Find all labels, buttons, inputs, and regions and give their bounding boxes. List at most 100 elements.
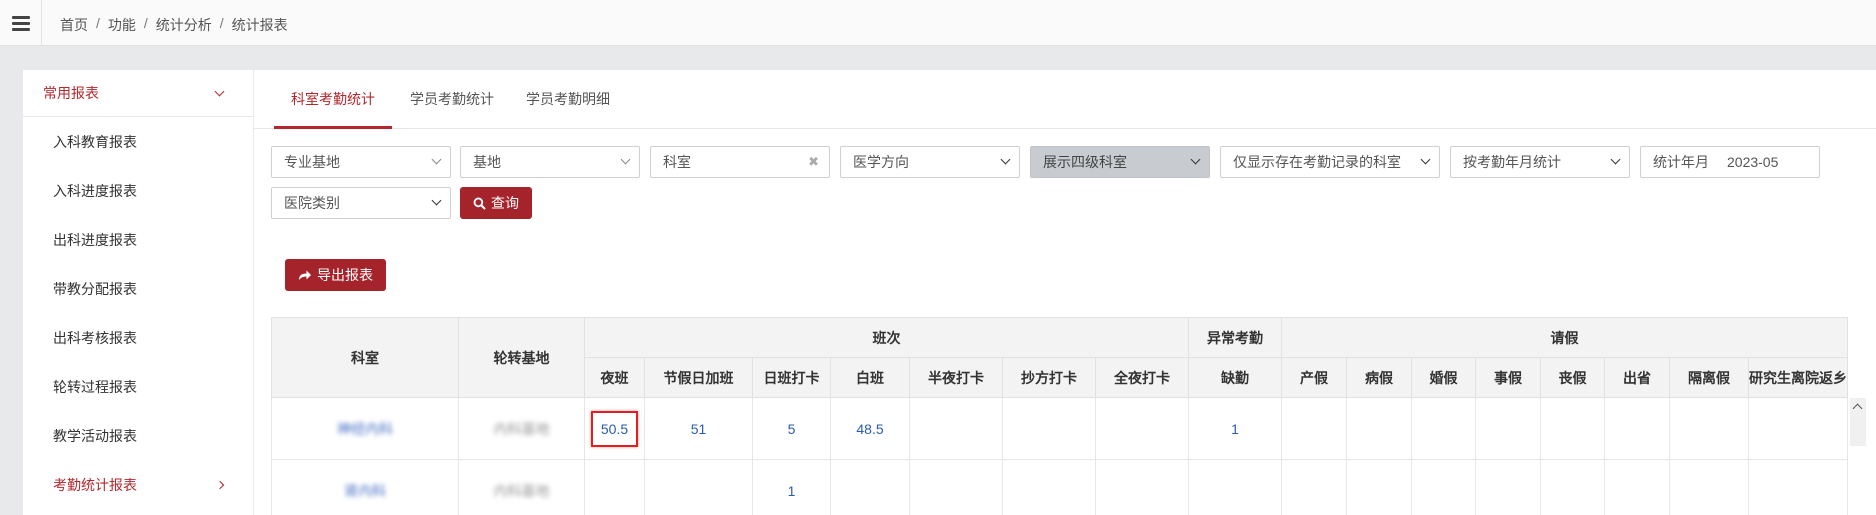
base-cell: 内科基地 bbox=[458, 459, 585, 515]
group-header-shift: 班次 bbox=[584, 317, 1189, 358]
stat-month-value: 2023-05 bbox=[1727, 154, 1779, 170]
data-cell[interactable] bbox=[909, 459, 1003, 515]
data-cell[interactable] bbox=[1411, 459, 1476, 515]
data-cell[interactable] bbox=[1669, 459, 1749, 515]
col-header-holiday-ot: 节假日加班 bbox=[644, 357, 753, 398]
night-cell[interactable]: 50.5 bbox=[584, 397, 645, 460]
sidebar-item-label: 出科进度报表 bbox=[53, 231, 137, 248]
data-cell[interactable]: 1 bbox=[1188, 397, 1282, 460]
col-header-half-night: 半夜打卡 bbox=[909, 357, 1003, 398]
data-cell[interactable] bbox=[909, 397, 1003, 460]
data-cell[interactable] bbox=[1095, 459, 1189, 515]
sidebar-item-exit-assessment[interactable]: 出科考核报表 bbox=[23, 313, 253, 362]
query-button[interactable]: 查询 bbox=[460, 187, 532, 219]
share-icon bbox=[299, 270, 311, 280]
base-text: 基地 bbox=[473, 154, 501, 170]
table-scrollbar[interactable] bbox=[1850, 398, 1866, 446]
attendance-table: 科室 轮转基地 班次 异常考勤 请假 夜班 节假日加班 日班打卡 白班 半夜打卡… bbox=[271, 317, 1848, 515]
only-records-select[interactable]: 仅显示存在考勤记录的科室 bbox=[1220, 146, 1440, 178]
data-cell[interactable] bbox=[1002, 397, 1096, 460]
menu-toggle-button[interactable] bbox=[0, 0, 42, 46]
col-header-full-night: 全夜打卡 bbox=[1095, 357, 1189, 398]
data-cell[interactable]: 5 bbox=[752, 397, 831, 460]
chevron-up-icon[interactable] bbox=[1852, 403, 1863, 414]
export-report-button[interactable]: 导出报表 bbox=[285, 259, 386, 291]
hospital-type-select[interactable]: 医院类别 bbox=[271, 187, 451, 219]
sidebar-group-common-reports[interactable]: 常用报表 bbox=[23, 70, 253, 117]
sidebar-item-attendance[interactable]: 考勤统计报表 bbox=[23, 460, 253, 509]
dept-link[interactable]: 肾内科 bbox=[344, 483, 386, 499]
dept-cell[interactable]: 神经内科 bbox=[271, 397, 459, 460]
tab-student-attendance[interactable]: 学员考勤统计 bbox=[402, 70, 502, 129]
data-cell[interactable] bbox=[1281, 397, 1347, 460]
medical-direction-text: 医学方向 bbox=[853, 154, 909, 170]
sidebar-item-rotation-process[interactable]: 轮转过程报表 bbox=[23, 362, 253, 411]
stat-month-field[interactable]: 统计年月 2023-05 bbox=[1640, 146, 1820, 178]
clear-icon[interactable]: ✖ bbox=[808, 147, 819, 177]
data-cell[interactable] bbox=[1540, 397, 1605, 460]
data-cell[interactable] bbox=[1002, 459, 1096, 515]
hospital-type-text: 医院类别 bbox=[284, 195, 340, 211]
sidebar-item-exit-progress[interactable]: 出科进度报表 bbox=[23, 215, 253, 264]
data-cell[interactable] bbox=[1475, 459, 1541, 515]
data-cell[interactable] bbox=[584, 459, 645, 515]
dept-link[interactable]: 神经内科 bbox=[337, 421, 393, 437]
dept-input[interactable]: 科室 ✖ bbox=[650, 146, 830, 178]
dept-placeholder: 科室 bbox=[663, 154, 691, 170]
dept-cell[interactable]: 肾内科 bbox=[271, 459, 459, 515]
breadcrumb-reports: 统计报表 bbox=[231, 17, 288, 33]
sidebar-item-label: 教学活动报表 bbox=[53, 427, 137, 444]
data-cell[interactable] bbox=[1281, 459, 1347, 515]
data-cell[interactable] bbox=[1346, 459, 1412, 515]
data-cell[interactable] bbox=[1748, 397, 1848, 460]
tab-student-attendance-detail[interactable]: 学员考勤明细 bbox=[518, 70, 618, 129]
chevron-down-icon bbox=[620, 154, 631, 165]
col-header-quarantine: 隔离假 bbox=[1669, 357, 1749, 398]
base-select[interactable]: 基地 bbox=[460, 146, 640, 178]
sidebar-item-label: 带教分配报表 bbox=[53, 280, 137, 297]
col-header-bereavement: 丧假 bbox=[1540, 357, 1605, 398]
data-cell[interactable]: 51 bbox=[644, 397, 753, 460]
sidebar-item-entry-education[interactable]: 入科教育报表 bbox=[23, 117, 253, 166]
data-cell[interactable] bbox=[1604, 459, 1670, 515]
col-header-prescription: 抄方打卡 bbox=[1002, 357, 1096, 398]
base-cell: 内科基地 bbox=[458, 397, 585, 460]
level4-dept-select[interactable]: 展示四级科室 bbox=[1030, 146, 1210, 178]
data-cell[interactable] bbox=[1669, 397, 1749, 460]
base-text: 内科基地 bbox=[493, 420, 550, 437]
stat-by-select[interactable]: 按考勤年月统计 bbox=[1450, 146, 1630, 178]
breadcrumb-statistics[interactable]: 统计分析 bbox=[156, 15, 212, 35]
data-cell[interactable] bbox=[1411, 397, 1476, 460]
sidebar-item-label: 入科进度报表 bbox=[53, 182, 137, 199]
stat-month-label: 统计年月 bbox=[1653, 154, 1709, 170]
chevron-down-icon bbox=[1190, 154, 1201, 165]
base-text: 内科基地 bbox=[493, 482, 550, 499]
sidebar-item-teaching-assignment[interactable]: 带教分配报表 bbox=[23, 264, 253, 313]
highlighted-value[interactable]: 50.5 bbox=[590, 410, 639, 447]
data-cell[interactable] bbox=[830, 459, 910, 515]
medical-direction-select[interactable]: 医学方向 bbox=[840, 146, 1020, 178]
sidebar-item-entry-progress[interactable]: 入科进度报表 bbox=[23, 166, 253, 215]
level4-text: 展示四级科室 bbox=[1043, 154, 1127, 170]
major-base-select[interactable]: 专业基地 bbox=[271, 146, 451, 178]
table-row: 肾内科 内科基地 1 bbox=[271, 459, 1848, 515]
breadcrumb-separator: / bbox=[219, 15, 224, 31]
data-cell[interactable] bbox=[1095, 397, 1189, 460]
breadcrumb-home[interactable]: 首页 bbox=[60, 15, 88, 35]
data-cell[interactable]: 48.5 bbox=[830, 397, 910, 460]
col-header-day-shift: 白班 bbox=[830, 357, 910, 398]
data-cell[interactable] bbox=[1475, 397, 1541, 460]
col-header-sick: 病假 bbox=[1346, 357, 1412, 398]
sidebar-group-label: 常用报表 bbox=[43, 85, 99, 101]
data-cell[interactable] bbox=[644, 459, 753, 515]
data-cell[interactable]: 1 bbox=[752, 459, 831, 515]
tab-dept-attendance[interactable]: 科室考勤统计 bbox=[274, 70, 392, 129]
data-cell[interactable] bbox=[1188, 459, 1282, 515]
sidebar-item-teaching-activity[interactable]: 教学活动报表 bbox=[23, 411, 253, 460]
breadcrumb-function[interactable]: 功能 bbox=[108, 15, 136, 35]
data-cell[interactable] bbox=[1346, 397, 1412, 460]
data-cell[interactable] bbox=[1540, 459, 1605, 515]
only-records-text: 仅显示存在考勤记录的科室 bbox=[1233, 154, 1401, 170]
data-cell[interactable] bbox=[1748, 459, 1848, 515]
data-cell[interactable] bbox=[1604, 397, 1670, 460]
